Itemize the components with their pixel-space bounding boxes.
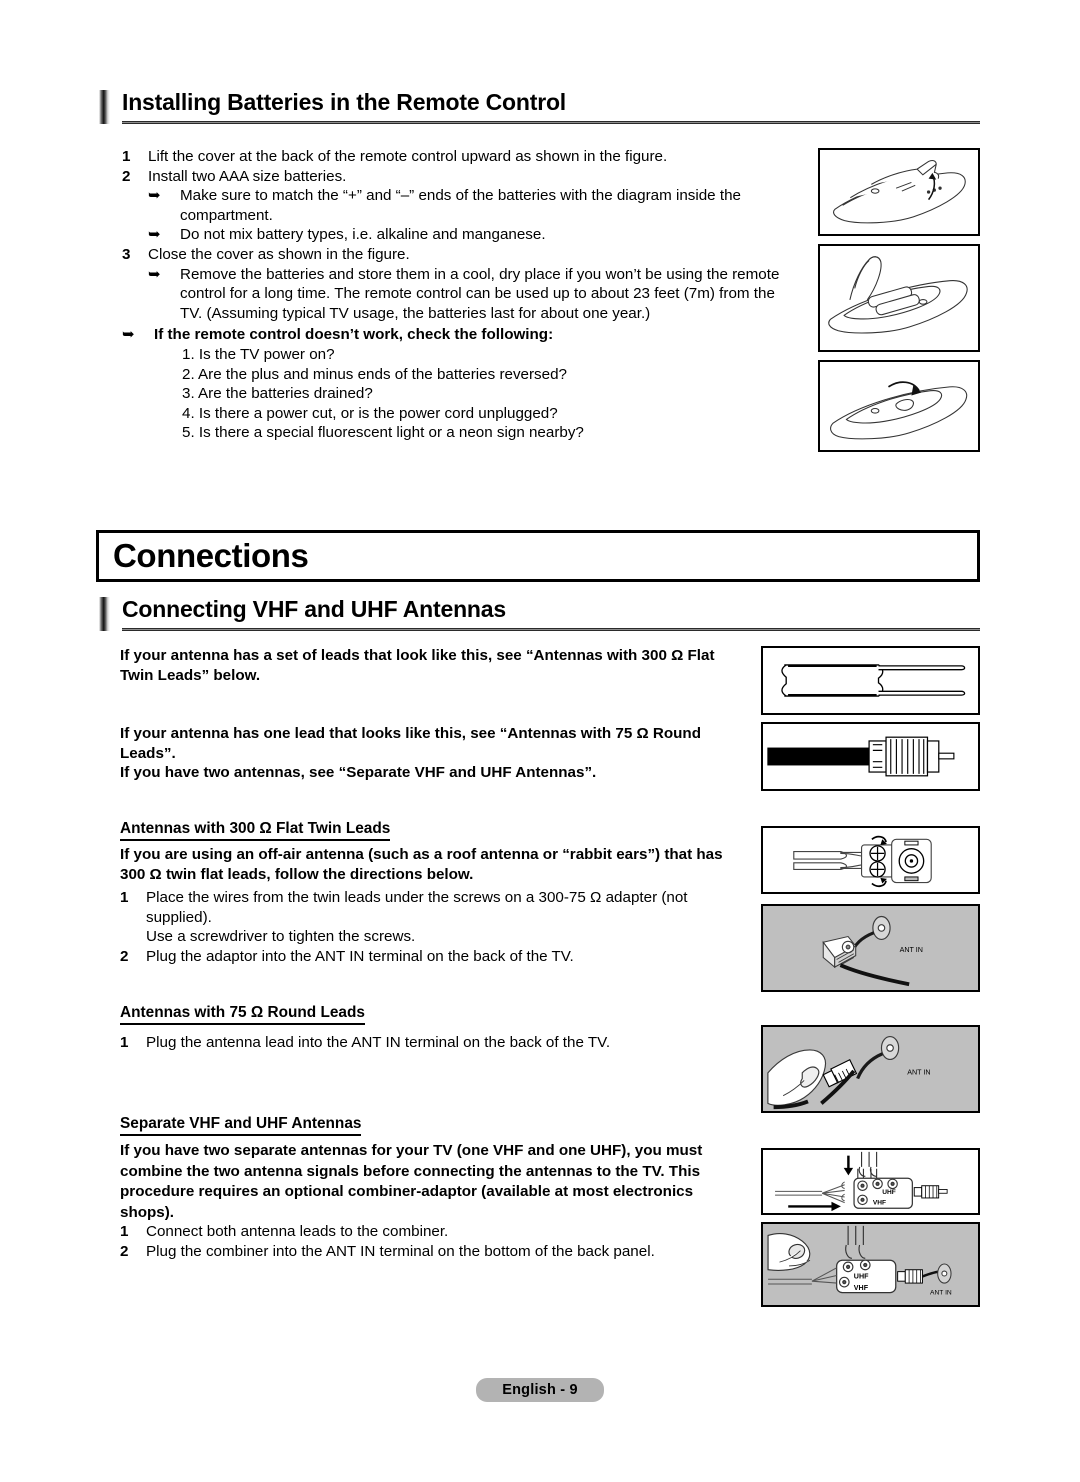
bullet-row: ➥ Make sure to match the “+” and “–” end…: [122, 186, 787, 225]
step-text: Plug the combiner into the ANT IN termin…: [146, 1242, 655, 1260]
troubleshoot-item: 4. Is there a power cut, or is the power…: [182, 404, 558, 422]
subsection-300-ohm-lead: If you are using an off-air antenna (suc…: [120, 846, 723, 883]
step-text: Place the wires from the twin leads unde…: [146, 889, 688, 926]
step-number: 2: [122, 167, 131, 185]
document-page: Installing Batteries in the Remote Contr…: [0, 0, 1080, 1482]
subsection-300-ohm-steps: 1 Place the wires from the twin leads un…: [120, 888, 745, 966]
subsection-separate-lead: If you have two separate antennas for yo…: [120, 1142, 703, 1221]
troubleshoot-item: 2. Are the plus and minus ends of the ba…: [182, 365, 567, 383]
combiner-into-antin-figure: UHF VHF ANT IN: [761, 1222, 980, 1307]
step-text: Install two AAA size batteries.: [148, 167, 347, 185]
bullet-text: Make sure to match the “+” and “–” ends …: [180, 187, 741, 224]
subsection-75-ohm-steps: 1 Plug the antenna lead into the ANT IN …: [120, 1033, 745, 1053]
combiner-leads-figure: UHF VHF: [761, 1148, 980, 1215]
heading-rule: [122, 627, 980, 631]
remote-cover-lift-figure: [818, 148, 980, 236]
subsection-300-ohm: Antennas with 300 Ω Flat Twin Leads: [120, 819, 740, 841]
step-number: 1: [122, 148, 131, 165]
coax-into-antin-figure: ANT IN: [761, 1025, 980, 1113]
subsection-75-ohm: Antennas with 75 Ω Round Leads: [120, 1003, 740, 1025]
flat-twin-lead-figure: [761, 646, 980, 715]
troubleshoot-item: 1. Is the TV power on?: [182, 345, 335, 363]
arrow-bullet-icon: ➥: [148, 187, 161, 205]
step-number: 1: [120, 1034, 129, 1051]
heading-accent-bar: [99, 597, 110, 631]
ant-in-label: ANT IN: [900, 946, 923, 954]
bullet-row: ➥ Do not mix battery types, i.e. alkalin…: [122, 225, 787, 245]
intro-75-ohm-text: If your antenna has one lead that looks …: [120, 725, 701, 762]
page-footer: English - 9: [0, 1378, 1080, 1402]
step-row: 2 Install two AAA size batteries.: [122, 167, 787, 187]
troubleshoot-title: If the remote control doesn’t work, chec…: [154, 326, 554, 344]
uhf-label: UHF: [882, 1189, 896, 1196]
section-title: Installing Batteries in the Remote Contr…: [122, 89, 566, 115]
troubleshoot-body: If the remote control doesn’t work, chec…: [154, 325, 787, 443]
subsection-separate-steps: 1 Connect both antenna leads to the comb…: [120, 1222, 745, 1261]
step-number: 1: [120, 1223, 129, 1240]
step-text: Close the cover as shown in the figure.: [148, 245, 410, 263]
troubleshoot-block: ➥ If the remote control doesn’t work, ch…: [122, 325, 787, 443]
remote-cover-close-figure: [818, 360, 980, 452]
step-number: 3: [122, 245, 131, 263]
chapter-title-box: Connections: [96, 530, 980, 582]
intro-two-antennas-text: If you have two antennas, see “Separate …: [120, 764, 597, 781]
section-title: Connecting VHF and UHF Antennas: [122, 596, 506, 622]
arrow-bullet-icon: ➥: [148, 226, 161, 244]
troubleshoot-item: 3. Are the batteries drained?: [182, 385, 373, 403]
vhf-label: VHF: [873, 1200, 886, 1207]
subsection-separate-antennas: Separate VHF and UHF Antennas: [120, 1114, 740, 1136]
step-text: Plug the adaptor into the ANT IN termina…: [146, 947, 574, 965]
heading-accent-bar: [99, 90, 110, 124]
subsection-title: Antennas with 75 Ω Round Leads: [120, 1003, 365, 1025]
step-row: 1 Lift the cover at the back of the remo…: [122, 147, 787, 167]
step-row: Use a screwdriver to tighten the screws.: [120, 927, 745, 947]
heading-rule: [122, 120, 980, 124]
subsection-title: Separate VHF and UHF Antennas: [120, 1114, 362, 1136]
section-heading-connecting-antennas: Connecting VHF and UHF Antennas: [99, 596, 980, 631]
step-row: 3 Close the cover as shown in the figure…: [122, 245, 787, 265]
adapter-screws-figure: [761, 826, 980, 894]
arrow-bullet-icon: ➥: [122, 326, 135, 344]
round-coax-lead-figure: [761, 722, 980, 791]
chapter-title: Connections: [113, 537, 309, 574]
ant-in-label: ANT IN: [907, 1069, 930, 1077]
vhf-label: VHF: [854, 1284, 869, 1292]
step-row: 1 Connect both antenna leads to the comb…: [120, 1222, 745, 1242]
step-number: 1: [120, 889, 129, 906]
step-row: 1 Plug the antenna lead into the ANT IN …: [120, 1033, 745, 1053]
step-row: 2 Plug the adaptor into the ANT IN termi…: [120, 947, 745, 967]
arrow-bullet-icon: ➥: [148, 265, 161, 283]
step-text: Use a screwdriver to tighten the screws.: [146, 928, 416, 946]
remote-batteries-insert-figure: [818, 244, 980, 352]
troubleshoot-item: 5. Is there a special fluorescent light …: [182, 424, 584, 442]
step-text: Connect both antenna leads to the combin…: [146, 1223, 449, 1240]
battery-steps-block: 1 Lift the cover at the back of the remo…: [122, 147, 787, 443]
step-row: 2 Plug the combiner into the ANT IN term…: [120, 1242, 745, 1262]
bullet-text: Do not mix battery types, i.e. alkaline …: [180, 226, 546, 244]
step-text: Plug the antenna lead into the ANT IN te…: [146, 1034, 611, 1051]
adapter-into-antin-figure: ANT IN: [761, 904, 980, 992]
step-row: 1 Place the wires from the twin leads un…: [120, 888, 745, 927]
ant-in-label: ANT IN: [930, 1290, 952, 1297]
subsection-title: Antennas with 300 Ω Flat Twin Leads: [120, 819, 391, 841]
intro-300-ohm-text: If your antenna has a set of leads that …: [120, 647, 715, 684]
bullet-row: ➥ Remove the batteries and store them in…: [122, 265, 787, 324]
section-heading-installing-batteries: Installing Batteries in the Remote Contr…: [99, 89, 980, 124]
uhf-label: UHF: [854, 1272, 869, 1280]
step-number: 2: [120, 1242, 129, 1260]
step-number: 2: [120, 947, 129, 965]
bullet-text: Remove the batteries and store them in a…: [180, 265, 780, 322]
step-text: Lift the cover at the back of the remote…: [148, 148, 668, 165]
page-number-badge: English - 9: [476, 1378, 604, 1402]
